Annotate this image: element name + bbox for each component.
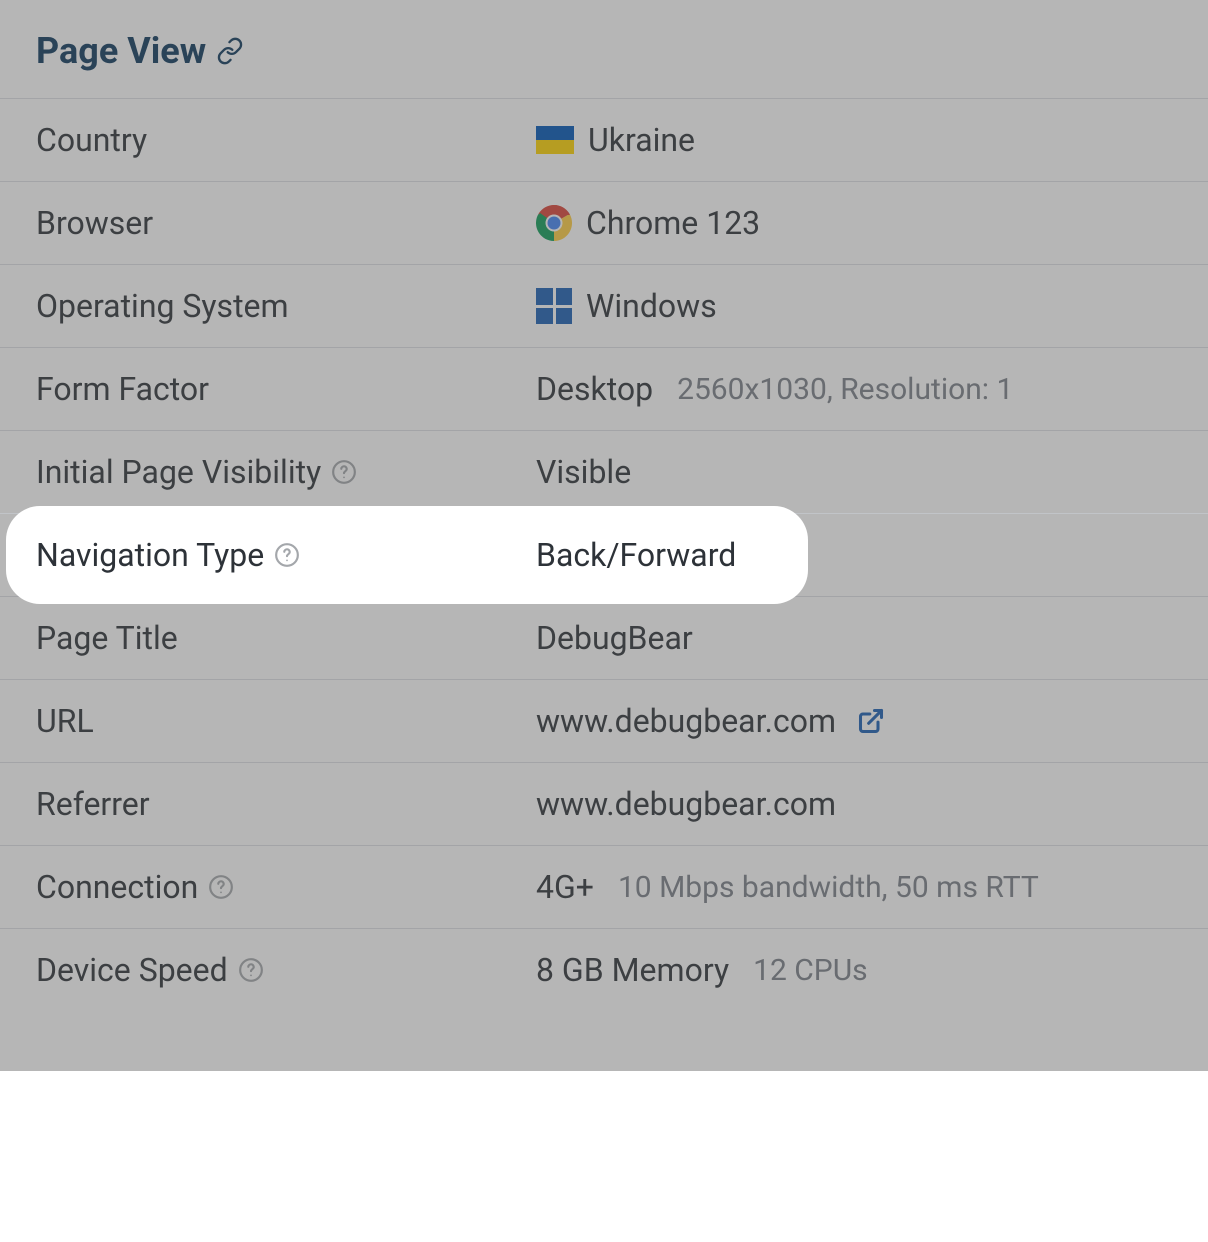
visibility-value-text: Visible — [536, 453, 631, 491]
device-speed-value-text: 8 GB Memory — [536, 951, 729, 989]
url-value-text: www.debugbear.com — [536, 702, 836, 740]
label-referrer: Referrer — [36, 785, 536, 823]
device-speed-secondary-text: 12 CPUs — [753, 953, 868, 988]
label-device-speed: Device Speed — [36, 951, 536, 989]
help-icon[interactable] — [331, 459, 357, 485]
row-referrer: Referrer www.debugbear.com — [0, 762, 1208, 845]
browser-label-text: Browser — [36, 204, 153, 242]
form-factor-secondary-text: 2560x1030, Resolution: 1 — [677, 372, 1013, 407]
chrome-icon — [536, 205, 572, 241]
row-os: Operating System Windows — [0, 264, 1208, 347]
country-label-text: Country — [36, 121, 147, 159]
value-url: www.debugbear.com — [536, 702, 1172, 740]
section-header: Page View — [0, 30, 1208, 98]
os-value-text: Windows — [586, 287, 717, 325]
windows-icon — [536, 288, 572, 324]
row-device-speed: Device Speed 8 GB Memory 12 CPUs — [0, 928, 1208, 1011]
help-icon[interactable] — [208, 874, 234, 900]
value-page-title: DebugBear — [536, 619, 1172, 657]
label-connection: Connection — [36, 868, 536, 906]
label-browser: Browser — [36, 204, 536, 242]
label-visibility: Initial Page Visibility — [36, 453, 536, 491]
connection-label-text: Connection — [36, 868, 198, 906]
form-factor-value-text: Desktop — [536, 370, 653, 408]
value-referrer: www.debugbear.com — [536, 785, 1172, 823]
page-title-value-text: DebugBear — [536, 619, 693, 657]
row-url: URL www.debugbear.com — [0, 679, 1208, 762]
value-visibility: Visible — [536, 453, 1172, 491]
value-os: Windows — [536, 287, 1172, 325]
url-label-text: URL — [36, 702, 94, 740]
help-icon[interactable] — [274, 542, 300, 568]
value-navigation-type: Back/Forward — [536, 536, 1172, 574]
value-country: Ukraine — [536, 121, 1172, 159]
help-icon[interactable] — [238, 957, 264, 983]
connection-secondary-text: 10 Mbps bandwidth, 50 ms RTT — [618, 870, 1039, 905]
os-label-text: Operating System — [36, 287, 289, 325]
label-page-title: Page Title — [36, 619, 536, 657]
value-device-speed: 8 GB Memory 12 CPUs — [536, 951, 1172, 989]
nav-type-label-text: Navigation Type — [36, 536, 264, 574]
page-title-label-text: Page Title — [36, 619, 178, 657]
value-connection: 4G+ 10 Mbps bandwidth, 50 ms RTT — [536, 868, 1172, 906]
row-browser: Browser Chrome 123 — [0, 181, 1208, 264]
label-navigation-type: Navigation Type — [36, 536, 536, 574]
row-country: Country Ukraine — [0, 98, 1208, 181]
browser-value-text: Chrome 123 — [586, 204, 760, 242]
visibility-label-text: Initial Page Visibility — [36, 453, 321, 491]
value-browser: Chrome 123 — [536, 204, 1172, 242]
device-speed-label-text: Device Speed — [36, 951, 228, 989]
row-connection: Connection 4G+ 10 Mbps bandwidth, 50 ms … — [0, 845, 1208, 928]
connection-value-text: 4G+ — [536, 868, 594, 906]
permalink-icon[interactable] — [216, 37, 244, 65]
row-visibility: Initial Page Visibility Visible — [0, 430, 1208, 513]
referrer-label-text: Referrer — [36, 785, 150, 823]
referrer-value-text: www.debugbear.com — [536, 785, 836, 823]
row-page-title: Page Title DebugBear — [0, 596, 1208, 679]
row-form-factor: Form Factor Desktop 2560x1030, Resolutio… — [0, 347, 1208, 430]
flag-ukraine-icon — [536, 126, 574, 154]
row-navigation-type: Navigation Type Back/Forward — [0, 513, 1208, 596]
country-value-text: Ukraine — [588, 121, 695, 159]
label-form-factor: Form Factor — [36, 370, 536, 408]
label-os: Operating System — [36, 287, 536, 325]
section-title: Page View — [36, 30, 206, 72]
external-link-icon[interactable] — [856, 706, 886, 736]
form-factor-label-text: Form Factor — [36, 370, 209, 408]
nav-type-value-text: Back/Forward — [536, 536, 736, 574]
label-url: URL — [36, 702, 536, 740]
value-form-factor: Desktop 2560x1030, Resolution: 1 — [536, 370, 1172, 408]
label-country: Country — [36, 121, 536, 159]
